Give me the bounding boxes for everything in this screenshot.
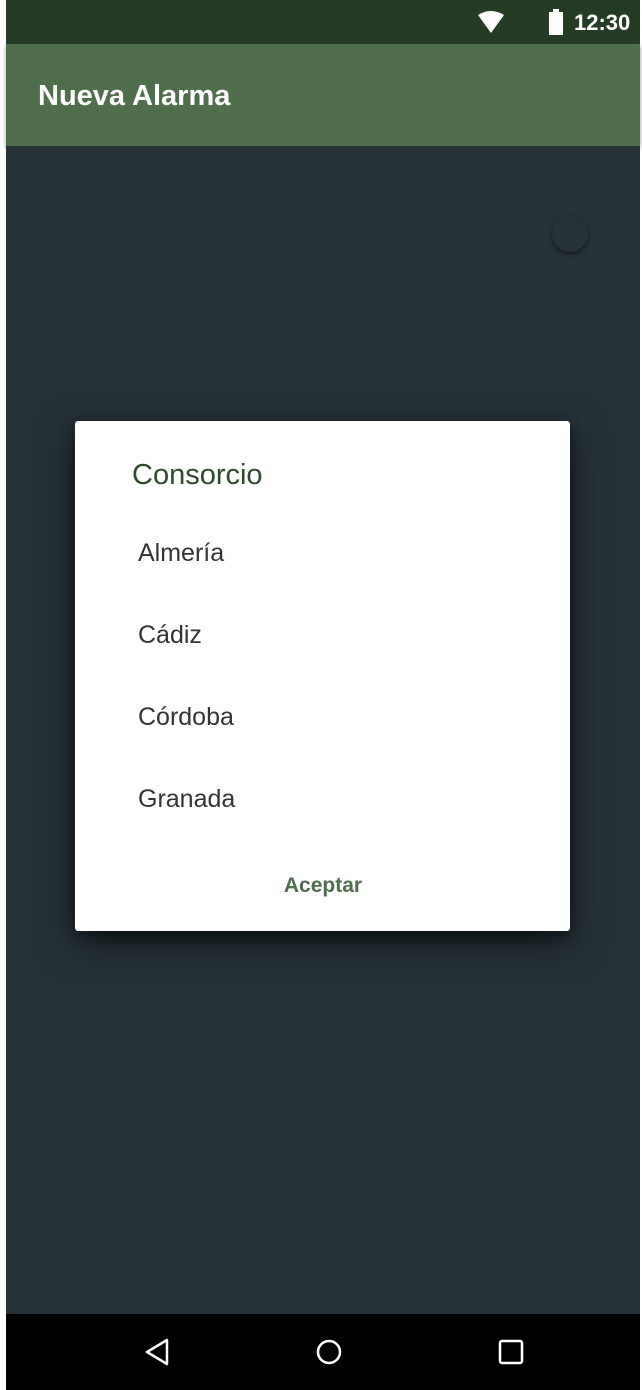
device-screen: 12:30 Nueva Alarma Consorcio Almería Cád… <box>0 0 642 1390</box>
back-icon[interactable] <box>137 1332 177 1372</box>
home-icon[interactable] <box>309 1332 349 1372</box>
toggle-switch[interactable] <box>552 216 588 252</box>
option-label: Córdoba <box>138 703 234 731</box>
option-item-granada[interactable]: Granada <box>75 763 570 845</box>
consorcio-dialog: Consorcio Almería Cádiz Córdoba Granada … <box>75 421 570 931</box>
recents-icon[interactable] <box>491 1332 531 1372</box>
status-bar: 12:30 <box>6 0 640 44</box>
option-label: Almería <box>138 539 225 567</box>
option-list: Almería Cádiz Córdoba Granada <box>75 517 570 845</box>
option-item-cadiz[interactable]: Cádiz <box>75 599 570 681</box>
navigation-bar <box>6 1314 640 1390</box>
battery-icon <box>549 9 563 35</box>
option-label: Cádiz <box>138 621 202 649</box>
status-time: 12:30 <box>574 10 631 35</box>
dialog-title: Consorcio <box>132 459 263 491</box>
option-item-almeria[interactable]: Almería <box>75 517 570 599</box>
app-title: Nueva Alarma <box>38 80 231 112</box>
accept-button[interactable]: Aceptar <box>255 863 391 909</box>
option-label: Granada <box>138 785 236 813</box>
wifi-icon <box>478 11 504 33</box>
option-item-cordoba[interactable]: Córdoba <box>75 681 570 763</box>
app-bar: Nueva Alarma <box>6 44 640 146</box>
